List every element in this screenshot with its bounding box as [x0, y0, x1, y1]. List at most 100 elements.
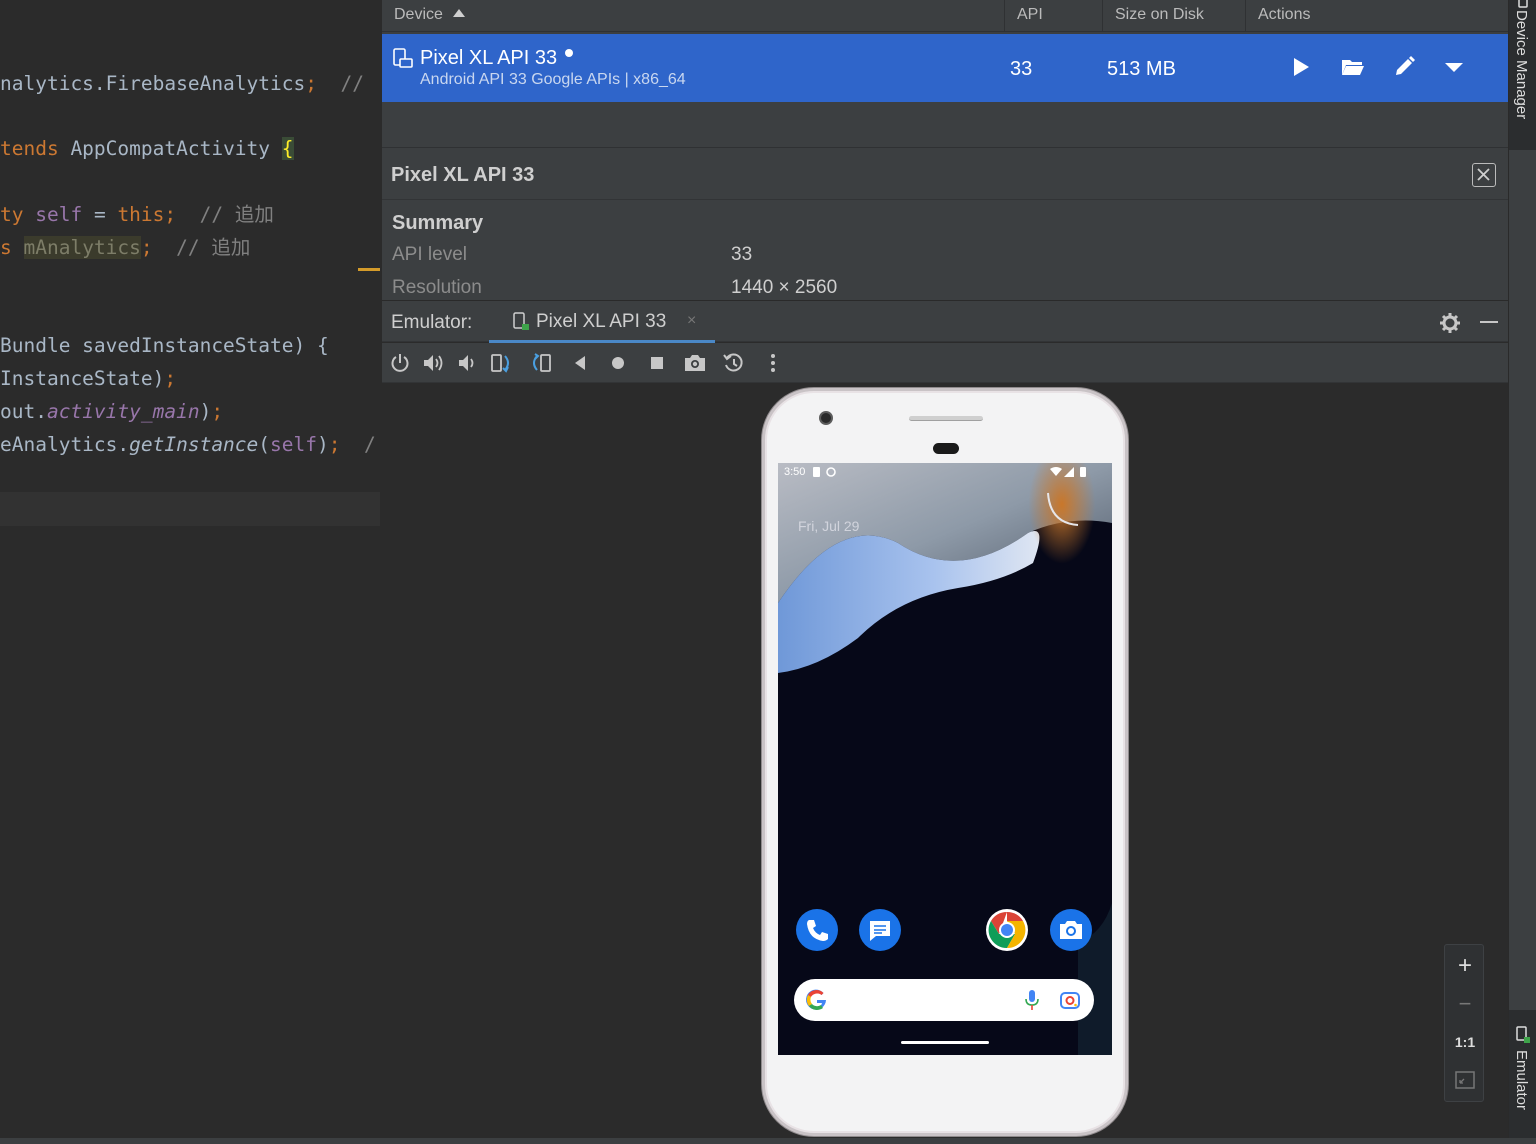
fit-screen-icon — [1455, 1071, 1475, 1089]
snapshot-button[interactable] — [722, 351, 746, 375]
column-size[interactable]: Size on Disk — [1102, 0, 1245, 32]
column-device[interactable]: Device — [382, 0, 1004, 32]
microphone-icon[interactable] — [1025, 989, 1039, 1011]
edit-button[interactable] — [1389, 52, 1419, 82]
emulator-tab-bar: Emulator: Pixel XL API 33 × — [382, 300, 1508, 343]
device-api: 33 — [1010, 58, 1033, 80]
signal-battery-icons — [1050, 467, 1086, 477]
edit-icon — [1396, 56, 1415, 75]
more-icon — [771, 354, 775, 372]
status-bar-time: 3:50 — [784, 466, 806, 478]
volume-up-button[interactable] — [422, 351, 446, 375]
messages-app-icon — [870, 921, 890, 941]
code-editor[interactable]: nalytics.FirebaseAnalytics; // tends App… — [0, 0, 380, 1144]
code-line-2[interactable]: tends AppCompatActivity { — [0, 136, 294, 162]
running-device-icon — [513, 312, 529, 330]
column-device-label: Device — [394, 6, 443, 23]
close-icon — [1477, 168, 1490, 181]
api-level-label: API level — [392, 244, 467, 265]
device-row[interactable]: Pixel XL API 33 Android API 33 Google AP… — [382, 34, 1508, 102]
more-actions-button[interactable] — [1439, 52, 1469, 82]
wallpaper-image — [778, 463, 1112, 1055]
rotate-left-icon — [491, 354, 509, 373]
code-line-6[interactable]: InstanceState); — [0, 366, 176, 392]
virtual-device-icon — [393, 48, 413, 68]
volume-down-button[interactable] — [456, 351, 480, 375]
phone-app[interactable] — [796, 909, 838, 951]
column-api[interactable]: API — [1004, 0, 1102, 32]
minimize-button[interactable] — [1480, 321, 1498, 323]
google-lens-icon[interactable] — [1059, 989, 1081, 1011]
summary-heading: Summary — [392, 212, 484, 234]
status-bar-edge — [0, 1138, 1536, 1144]
google-search-bar[interactable] — [794, 979, 1094, 1021]
code-line-3[interactable]: ty self = this; // 追加 — [0, 202, 274, 228]
device-details-header: Pixel XL API 33 — [382, 150, 1508, 200]
phone-frame: 3:50 Fri, Jul 29 — [762, 388, 1128, 1136]
emulator-device-tab[interactable]: Pixel XL API 33 × — [489, 301, 715, 343]
device-size: 513 MB — [1107, 58, 1176, 80]
google-logo-icon — [806, 989, 826, 1010]
camera-app-icon — [1060, 921, 1082, 939]
zoom-fit-button[interactable] — [1445, 1061, 1485, 1099]
rotate-left-button[interactable] — [490, 351, 514, 375]
zoom-controls: + − 1:1 — [1444, 944, 1484, 1102]
emulator-tool-label: Emulator — [1513, 1050, 1530, 1111]
power-icon — [391, 354, 409, 372]
api-level-value: 33 — [731, 244, 753, 265]
proximity-sensor — [933, 443, 959, 454]
open-folder-button[interactable] — [1338, 52, 1368, 82]
back-icon — [575, 356, 585, 370]
code-line-4[interactable]: s mAnalytics; // 追加 — [0, 235, 250, 261]
home-icon — [612, 357, 624, 369]
power-button[interactable] — [388, 351, 412, 375]
screenshot-icon — [685, 355, 705, 371]
close-details-button[interactable] — [1472, 163, 1496, 187]
emulator-panel: Emulator: Pixel XL API 33 × 3:50 Fri, Ju… — [382, 300, 1508, 1144]
snapshot-icon — [723, 353, 743, 372]
device-screen[interactable]: 3:50 Fri, Jul 29 — [778, 463, 1112, 1055]
device-manager-tool-label: Device Manager — [1513, 10, 1530, 120]
device-name-text: Pixel XL API 33 — [420, 47, 558, 69]
code-line-8[interactable]: eAnalytics.getInstance(self); / — [0, 432, 376, 458]
code-line-1[interactable]: nalytics.FirebaseAnalytics; // — [0, 71, 364, 97]
camera-app[interactable] — [1050, 909, 1092, 951]
details-title: Pixel XL API 33 — [391, 164, 535, 186]
resolution-value: 1440 × 2560 — [731, 277, 838, 298]
emulator-toolbar — [382, 343, 1508, 383]
more-options-button[interactable] — [761, 351, 785, 375]
zoom-out-button[interactable]: − — [1445, 985, 1485, 1023]
gesture-nav-handle[interactable] — [901, 1041, 989, 1044]
play-icon — [1294, 58, 1309, 76]
screenshot-button[interactable] — [683, 351, 707, 375]
zoom-actual-size-button[interactable]: 1:1 — [1445, 1023, 1485, 1061]
messages-app[interactable] — [859, 909, 901, 951]
emulator-tool-icon — [1516, 1026, 1530, 1043]
overview-icon — [651, 357, 663, 369]
volume-down-icon — [459, 355, 474, 371]
emulator-tool-button[interactable]: Emulator — [1509, 1010, 1536, 1144]
home-date: Fri, Jul 29 — [798, 518, 860, 534]
device-manager-tool-button[interactable]: Device Manager — [1509, 0, 1536, 150]
emulator-tab-label: Pixel XL API 33 — [536, 311, 667, 332]
column-actions[interactable]: Actions — [1245, 0, 1508, 32]
chrome-app[interactable] — [986, 909, 1028, 951]
back-button[interactable] — [568, 351, 592, 375]
emulator-display-area: 3:50 Fri, Jul 29 + − 1:1 — [382, 384, 1508, 1144]
overview-button[interactable] — [645, 351, 669, 375]
column-actions-label: Actions — [1258, 6, 1311, 23]
home-button[interactable] — [606, 351, 630, 375]
emulator-label: Emulator: — [391, 312, 473, 333]
launch-button[interactable] — [1286, 52, 1316, 82]
code-line-5[interactable]: Bundle savedInstanceState) { — [0, 333, 329, 359]
rotate-right-button[interactable] — [528, 351, 552, 375]
column-api-label: API — [1017, 6, 1043, 23]
zoom-in-button[interactable]: + — [1445, 947, 1485, 985]
close-tab-button[interactable]: × — [687, 312, 696, 330]
right-tool-window-strip: Device Manager Emulator — [1508, 0, 1536, 1144]
gear-icon[interactable] — [1440, 313, 1460, 333]
code-line-7[interactable]: out.activity_main); — [0, 399, 223, 425]
notification-icons — [813, 467, 836, 477]
chrome-app-icon — [988, 911, 1026, 949]
device-manager-icon — [1518, 0, 1528, 8]
